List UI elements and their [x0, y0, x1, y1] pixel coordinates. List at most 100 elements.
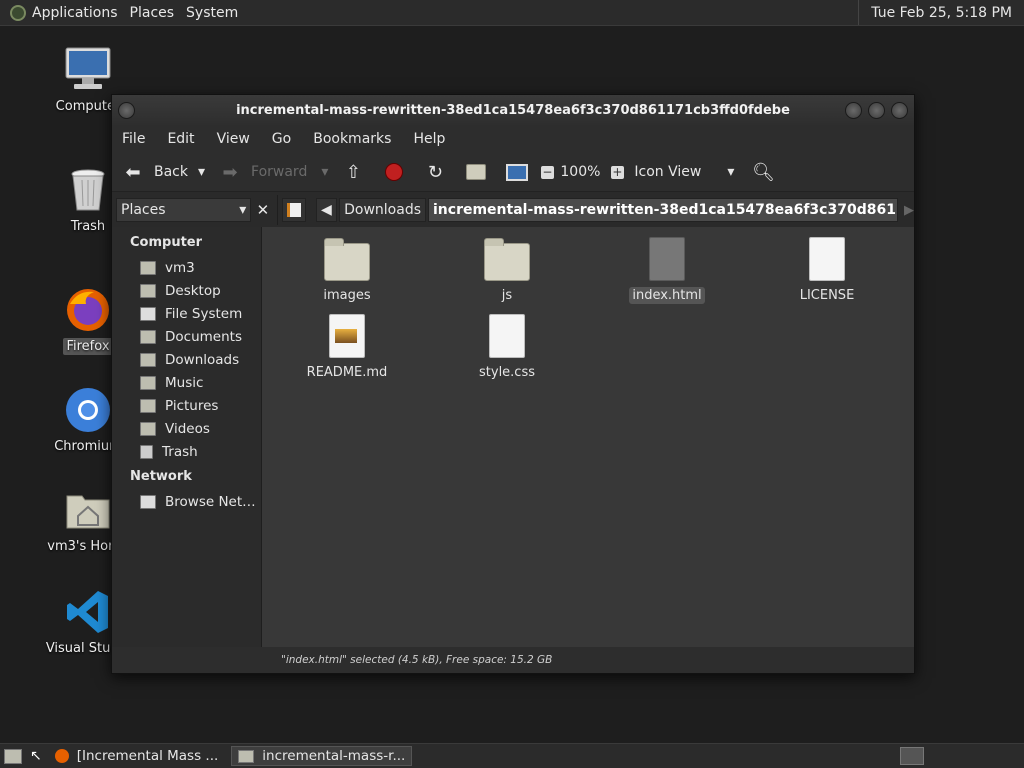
trash-icon	[140, 444, 153, 459]
back-history-dropdown[interactable]: ▾	[198, 153, 205, 191]
chevron-down-icon: ▾	[198, 164, 206, 180]
menu-go[interactable]: Go	[261, 131, 302, 147]
text-file-icon	[809, 237, 845, 281]
pictures-folder-icon	[140, 398, 156, 413]
sidebar-item-label: Music	[165, 374, 204, 391]
file-manager-window: incremental-mass-rewritten-38ed1ca15478e…	[111, 94, 915, 674]
top-panel: Applications Places System Tue Feb 25, 5…	[0, 0, 1024, 26]
view-mode-select[interactable]: Icon View ▾	[634, 153, 734, 191]
sidebar-item-music[interactable]: Music	[112, 371, 261, 394]
file-item-readme[interactable]: README.md	[287, 314, 407, 381]
menu-bookmarks[interactable]: Bookmarks	[302, 131, 402, 147]
sidebar-item-documents[interactable]: Documents	[112, 325, 261, 348]
back-arrow-icon: ⬅	[125, 161, 141, 183]
home-button[interactable]	[465, 153, 487, 191]
close-sidebar-button[interactable]: ✕	[253, 198, 272, 222]
menu-file[interactable]: File	[112, 131, 156, 147]
show-desktop-icon[interactable]	[4, 748, 22, 764]
sidebar-item-browse-network[interactable]: Browse Net…	[112, 490, 261, 513]
search-icon: 🔍︎	[751, 161, 775, 183]
toolbar: ⬅ Back ▾ ➡ Forward ▾ ⇧ ↻ − 100% + Icon V…	[112, 153, 914, 192]
window-body: Computer vm3 Desktop File System Documen…	[112, 227, 914, 647]
file-item-license[interactable]: LICENSE	[767, 237, 887, 304]
menu-help[interactable]: Help	[402, 131, 456, 147]
taskbar-item-file-manager[interactable]: incremental-mass-r...	[231, 746, 413, 766]
chevron-down-icon: ▾	[239, 202, 247, 218]
menu-view[interactable]: View	[206, 131, 261, 147]
sidebar-item-desktop[interactable]: Desktop	[112, 279, 261, 302]
sidebar-item-label: Trash	[162, 443, 198, 460]
file-view[interactable]: images js index.html LICENSE README.md s…	[262, 227, 914, 647]
sidebar-item-videos[interactable]: Videos	[112, 417, 261, 440]
menu-edit[interactable]: Edit	[156, 131, 205, 147]
sidebar-item-downloads[interactable]: Downloads	[112, 348, 261, 371]
file-item-js[interactable]: js	[447, 238, 567, 304]
forward-button[interactable]: ➡ Forward	[219, 153, 307, 191]
folder-icon	[324, 238, 370, 281]
breadcrumb-current[interactable]: incremental-mass-rewritten-38ed1ca15478e…	[428, 198, 898, 222]
forward-arrow-icon: ➡	[222, 161, 238, 183]
sidebar-item-label: Documents	[165, 328, 242, 345]
chevron-right-icon: ▶	[904, 202, 914, 218]
computer-icon	[506, 161, 529, 183]
home-folder-icon	[64, 486, 112, 534]
menu-applications[interactable]: Applications	[32, 5, 126, 21]
drive-icon	[140, 306, 156, 321]
up-arrow-icon: ⇧	[345, 161, 361, 183]
file-item-index-html[interactable]: index.html	[607, 237, 727, 304]
menu-places[interactable]: Places	[126, 5, 183, 21]
panel-clock[interactable]: Tue Feb 25, 5:18 PM	[858, 0, 1024, 25]
file-name: README.md	[306, 365, 388, 380]
minimize-button[interactable]	[845, 102, 862, 119]
zoom-in-button[interactable]: +	[606, 153, 628, 191]
stop-button[interactable]	[383, 153, 405, 191]
file-item-style-css[interactable]: style.css	[447, 314, 567, 381]
chromium-icon	[64, 386, 112, 434]
sidebar-item-pictures[interactable]: Pictures	[112, 394, 261, 417]
reload-icon: ↻	[427, 161, 443, 183]
window-titlebar[interactable]: incremental-mass-rewritten-38ed1ca15478e…	[112, 95, 914, 125]
zoom-level[interactable]: 100%	[560, 153, 600, 191]
workspace-switcher[interactable]	[900, 747, 924, 765]
forward-label: Forward	[251, 164, 308, 180]
toggle-location-entry-button[interactable]	[281, 198, 306, 222]
sidebar-item-trash[interactable]: Trash	[112, 440, 261, 463]
computer-button[interactable]	[506, 153, 529, 191]
search-button[interactable]: 🔍︎	[751, 153, 775, 191]
breadcrumb-scroll-right[interactable]: ▶	[904, 203, 914, 218]
window-title: incremental-mass-rewritten-38ed1ca15478e…	[236, 102, 790, 118]
up-button[interactable]: ⇧	[342, 153, 364, 191]
chevron-down-icon: ▾	[727, 164, 735, 180]
maximize-button[interactable]	[868, 102, 885, 119]
taskbar-item-label: [Incremental Mass ...	[76, 748, 219, 764]
sidebar-pane-select[interactable]: Places ▾	[116, 198, 252, 222]
applications-logo-icon[interactable]	[10, 4, 26, 21]
taskbar-item-label: incremental-mass-r...	[262, 748, 406, 764]
sidebar-item-label: File System	[165, 305, 243, 322]
taskbar-item-firefox[interactable]: [Incremental Mass ...	[48, 746, 226, 766]
html-file-icon	[649, 237, 685, 281]
desktop-icon-label: Firefox	[63, 338, 113, 355]
sidebar-item-file-system[interactable]: File System	[112, 302, 261, 325]
folder-icon	[140, 329, 156, 344]
forward-history-dropdown[interactable]: ▾	[321, 153, 328, 191]
sidebar-item-label: vm3	[165, 259, 195, 276]
places-sidebar: Computer vm3 Desktop File System Documen…	[112, 227, 262, 647]
file-item-images[interactable]: images	[287, 238, 407, 304]
menu-system[interactable]: System	[182, 5, 246, 21]
sidebar-heading-computer: Computer	[130, 235, 203, 250]
status-bar: "index.html" selected (4.5 kB), Free spa…	[281, 654, 553, 666]
zoom-out-icon: −	[540, 165, 554, 179]
breadcrumb-scroll-left[interactable]: ◀	[315, 198, 338, 222]
breadcrumb-downloads[interactable]: Downloads	[339, 198, 426, 222]
zoom-out-button[interactable]: −	[536, 153, 558, 191]
reload-button[interactable]: ↻	[424, 153, 446, 191]
sidebar-item-vm3[interactable]: vm3	[112, 256, 261, 279]
close-button[interactable]	[891, 102, 908, 119]
desktop-icon-label: Trash	[70, 219, 106, 234]
back-button[interactable]: ⬅ Back	[122, 153, 188, 191]
window-menu-button[interactable]	[118, 102, 135, 119]
home-folder-icon	[140, 260, 156, 275]
places-select-label: Places	[121, 202, 166, 218]
close-icon: ✕	[256, 201, 270, 219]
